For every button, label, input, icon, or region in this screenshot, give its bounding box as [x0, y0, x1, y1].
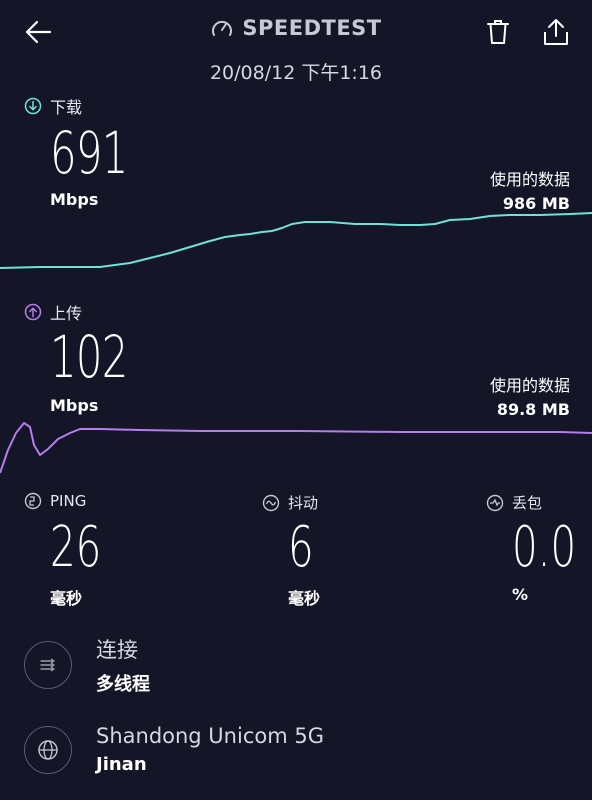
upload-data-used-label: 使用的数据: [489, 376, 570, 395]
jitter-label-text: 抖动: [288, 494, 319, 512]
connection-row: 连接 多线程: [24, 634, 150, 696]
ping-icon: [24, 492, 42, 510]
download-label: 下载: [24, 94, 82, 118]
server-name: Shandong Unicom 5G: [96, 724, 324, 748]
download-label-text: 下载: [50, 98, 83, 117]
download-graph: [0, 212, 592, 269]
jitter-icon: [262, 494, 280, 511]
test-datetime: 20/08/12 下午1:16: [209, 62, 383, 84]
upload-graph: [0, 422, 592, 474]
connections-icon: [40, 658, 56, 672]
download-arrow-icon: [24, 97, 42, 115]
loss-unit: %: [512, 585, 529, 604]
loss-value: 0.0: [512, 515, 577, 580]
download-speed: 691: [50, 119, 128, 187]
share-button[interactable]: [538, 14, 574, 50]
trash-icon: [487, 20, 509, 44]
jitter-value: 6: [288, 515, 314, 580]
download-graph-line: [0, 212, 592, 269]
download-data-used-label: 使用的数据: [489, 170, 570, 189]
upload-speed: 102: [50, 323, 128, 391]
ping-label: PING: [24, 492, 86, 510]
ping-value: 26: [50, 515, 102, 580]
delete-button[interactable]: [480, 14, 516, 50]
connection-title: 连接: [96, 638, 138, 662]
speedometer-icon: [212, 20, 233, 36]
connection-icon-circle: [24, 641, 72, 689]
ping-label-text: PING: [50, 492, 87, 510]
jitter-label: 抖动: [262, 492, 318, 513]
loss-label-text: 丢包: [512, 494, 543, 512]
server-icon-circle: [24, 725, 72, 774]
server-location: Jinan: [96, 754, 147, 775]
ping-unit: 毫秒: [50, 589, 83, 608]
app-title: SPEEDTEST: [242, 16, 382, 40]
upload-label: 上传: [24, 300, 82, 324]
upload-graph-line: [0, 422, 592, 474]
share-icon: [544, 19, 568, 45]
jitter-unit: 毫秒: [288, 589, 321, 608]
globe-icon: [38, 739, 58, 760]
packet-loss-icon: [486, 494, 504, 511]
upload-label-text: 上传: [50, 304, 83, 323]
upload-arrow-icon: [24, 303, 42, 321]
connection-type: 多线程: [96, 674, 150, 695]
server-row[interactable]: Shandong Unicom 5G Jinan: [24, 724, 324, 775]
loss-label: 丢包: [486, 492, 542, 513]
